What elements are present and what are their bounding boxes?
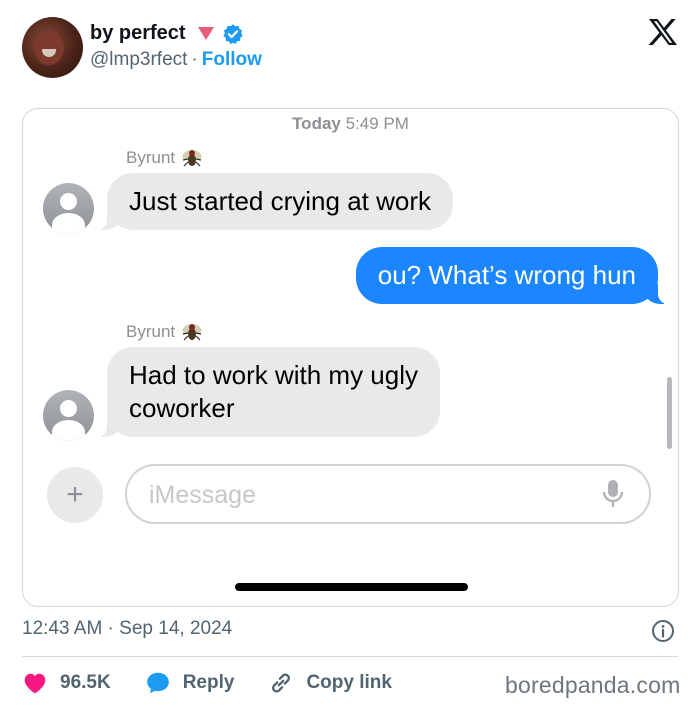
add-attachment-button[interactable]: + bbox=[47, 467, 103, 523]
tweet-actions: 96.5K Reply Copy link bbox=[22, 669, 426, 697]
fly-icon bbox=[182, 324, 202, 341]
like-button[interactable]: 96.5K bbox=[22, 670, 111, 696]
fly-icon bbox=[182, 150, 202, 167]
verified-badge-icon bbox=[222, 23, 243, 44]
imessage-input[interactable]: iMessage bbox=[125, 464, 651, 524]
message-bubble-incoming[interactable]: Just started crying at work bbox=[97, 173, 453, 230]
author-handle[interactable]: @lmp3rfect bbox=[90, 49, 187, 70]
sender-label: Byrunt bbox=[126, 147, 203, 169]
author-display-name[interactable]: by perfect bbox=[90, 22, 244, 45]
sender-label: Byrunt bbox=[126, 321, 203, 343]
like-count: 96.5K bbox=[60, 672, 111, 693]
copy-link-label: Copy link bbox=[306, 672, 392, 693]
conversation-timestamp: Today 5:49 PM bbox=[23, 114, 678, 134]
author-avatar[interactable] bbox=[22, 17, 83, 78]
follow-button[interactable]: Follow bbox=[202, 49, 262, 70]
scrollbar[interactable] bbox=[667, 377, 672, 449]
reply-button[interactable]: Reply bbox=[145, 670, 235, 696]
contact-avatar-body bbox=[52, 213, 85, 234]
sender-name: Byrunt bbox=[126, 322, 176, 341]
speech-bubble-icon bbox=[146, 672, 169, 694]
source-watermark: boredpanda.com bbox=[505, 672, 681, 698]
home-indicator bbox=[235, 583, 468, 591]
message-bubble-incoming[interactable]: Had to work with my ugly coworker bbox=[97, 347, 440, 437]
contact-avatar-body bbox=[52, 420, 85, 441]
handle-separator: · bbox=[191, 49, 198, 70]
x-logo-icon[interactable] bbox=[648, 18, 678, 46]
link-icon bbox=[272, 673, 291, 693]
contact-avatar-head bbox=[60, 400, 77, 417]
sender-name: Byrunt bbox=[126, 148, 176, 167]
tweet-media-screenshot[interactable]: Today 5:49 PM Byrunt Just started crying… bbox=[22, 108, 679, 607]
message-bubble-outgoing[interactable]: ou? What’s wrong hun bbox=[355, 247, 669, 304]
heart-icon bbox=[24, 673, 46, 694]
pink-triangle-icon bbox=[197, 27, 214, 40]
info-icon[interactable] bbox=[651, 619, 675, 643]
contact-avatar[interactable] bbox=[43, 183, 94, 234]
footer-divider bbox=[22, 656, 678, 657]
author-handle-row: @lmp3rfect · Follow bbox=[90, 49, 262, 71]
copy-link-button[interactable]: Copy link bbox=[268, 670, 392, 696]
timestamp-time: 5:49 PM bbox=[345, 114, 409, 133]
timestamp-day: Today bbox=[292, 114, 341, 133]
contact-avatar-head bbox=[60, 193, 77, 210]
post-timestamp[interactable]: 12:43 AM · Sep 14, 2024 bbox=[22, 618, 232, 640]
contact-avatar[interactable] bbox=[43, 390, 94, 441]
avatar-face bbox=[34, 31, 64, 65]
message-line: coworker bbox=[129, 393, 235, 423]
display-name-text: by perfect bbox=[90, 22, 186, 44]
microphone-icon[interactable] bbox=[601, 479, 625, 509]
message-line: Had to work with my ugly bbox=[129, 360, 418, 390]
reply-label: Reply bbox=[182, 672, 235, 693]
